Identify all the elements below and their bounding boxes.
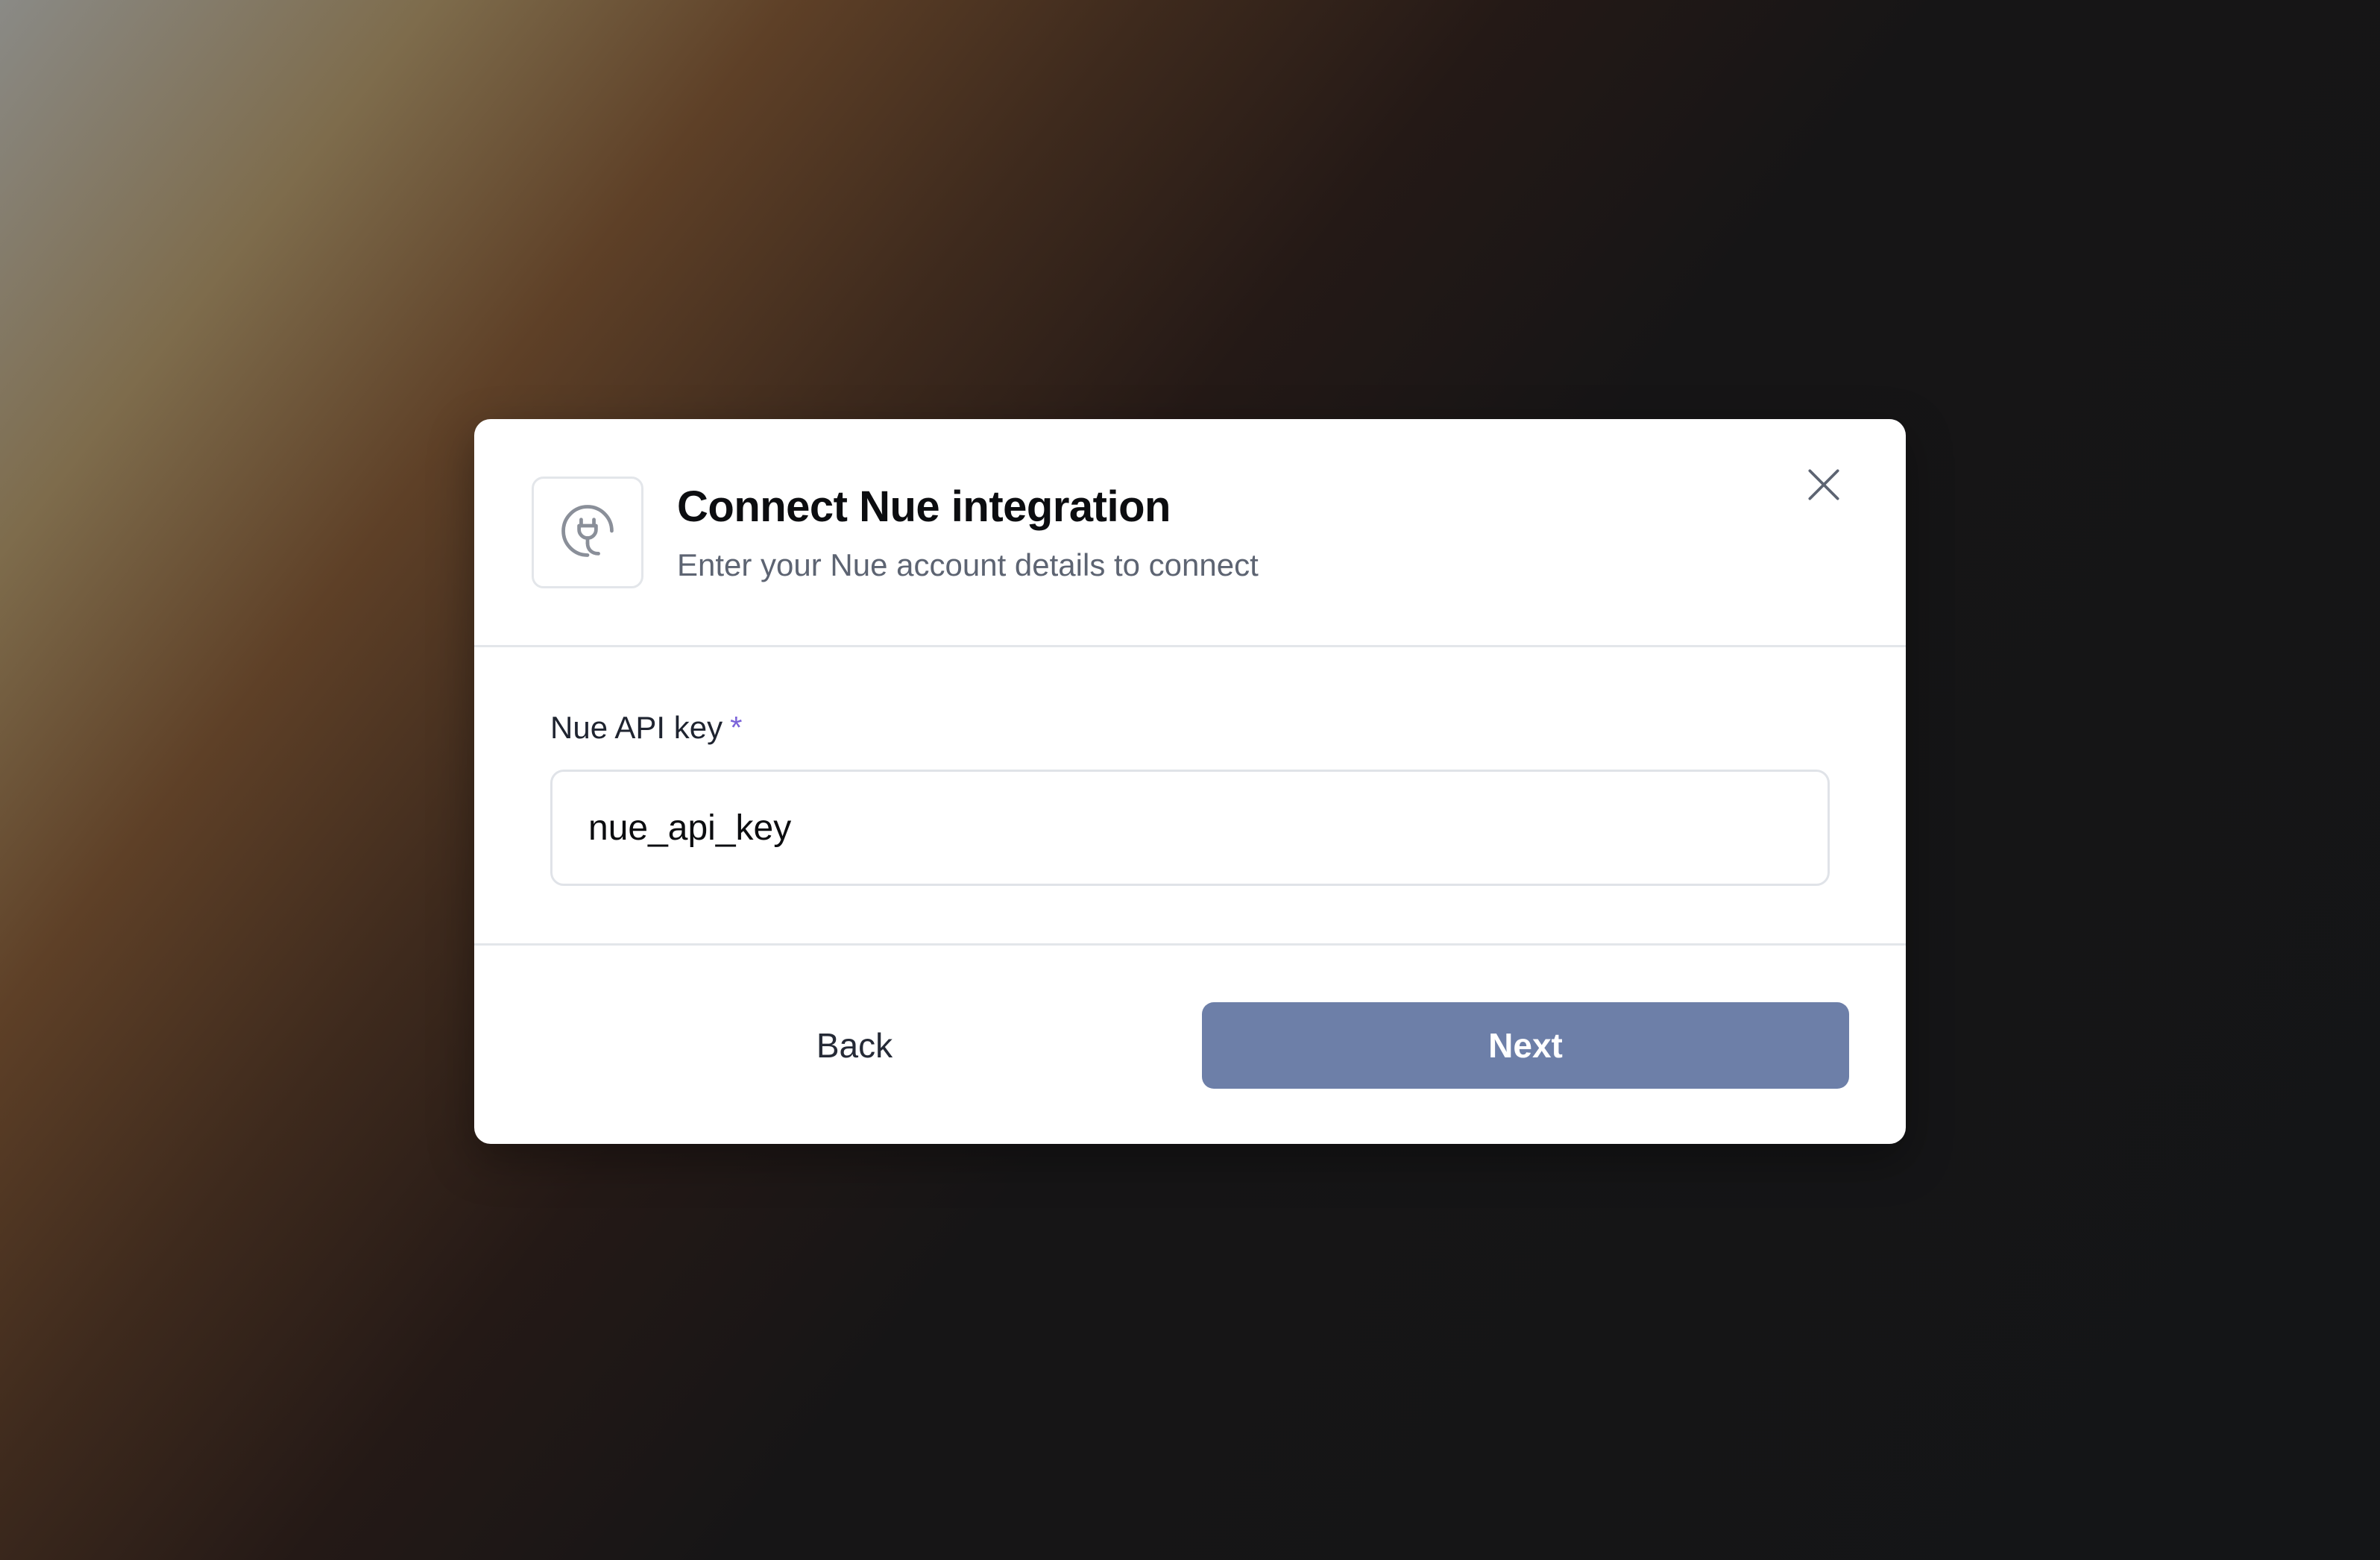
api-key-label: Nue API key * [550, 710, 742, 746]
api-key-input[interactable] [550, 770, 1830, 886]
dialog-subtitle: Enter your Nue account details to connec… [677, 547, 1259, 582]
back-button[interactable]: Back [532, 1002, 1177, 1089]
dialog-footer: Back Next [474, 946, 1906, 1144]
dialog-header: Connect Nue integration Enter your Nue a… [474, 419, 1906, 647]
close-button[interactable] [1789, 452, 1858, 520]
required-marker: * [730, 710, 743, 745]
close-icon [1803, 464, 1845, 509]
api-key-label-text: Nue API key [550, 710, 723, 745]
integration-icon-box [532, 477, 643, 588]
dialog-body: Nue API key * [474, 647, 1906, 946]
dialog-title: Connect Nue integration [677, 482, 1171, 531]
plug-icon [559, 503, 616, 563]
connect-integration-dialog: Connect Nue integration Enter your Nue a… [474, 419, 1906, 1144]
next-button[interactable]: Next [1202, 1002, 1849, 1089]
